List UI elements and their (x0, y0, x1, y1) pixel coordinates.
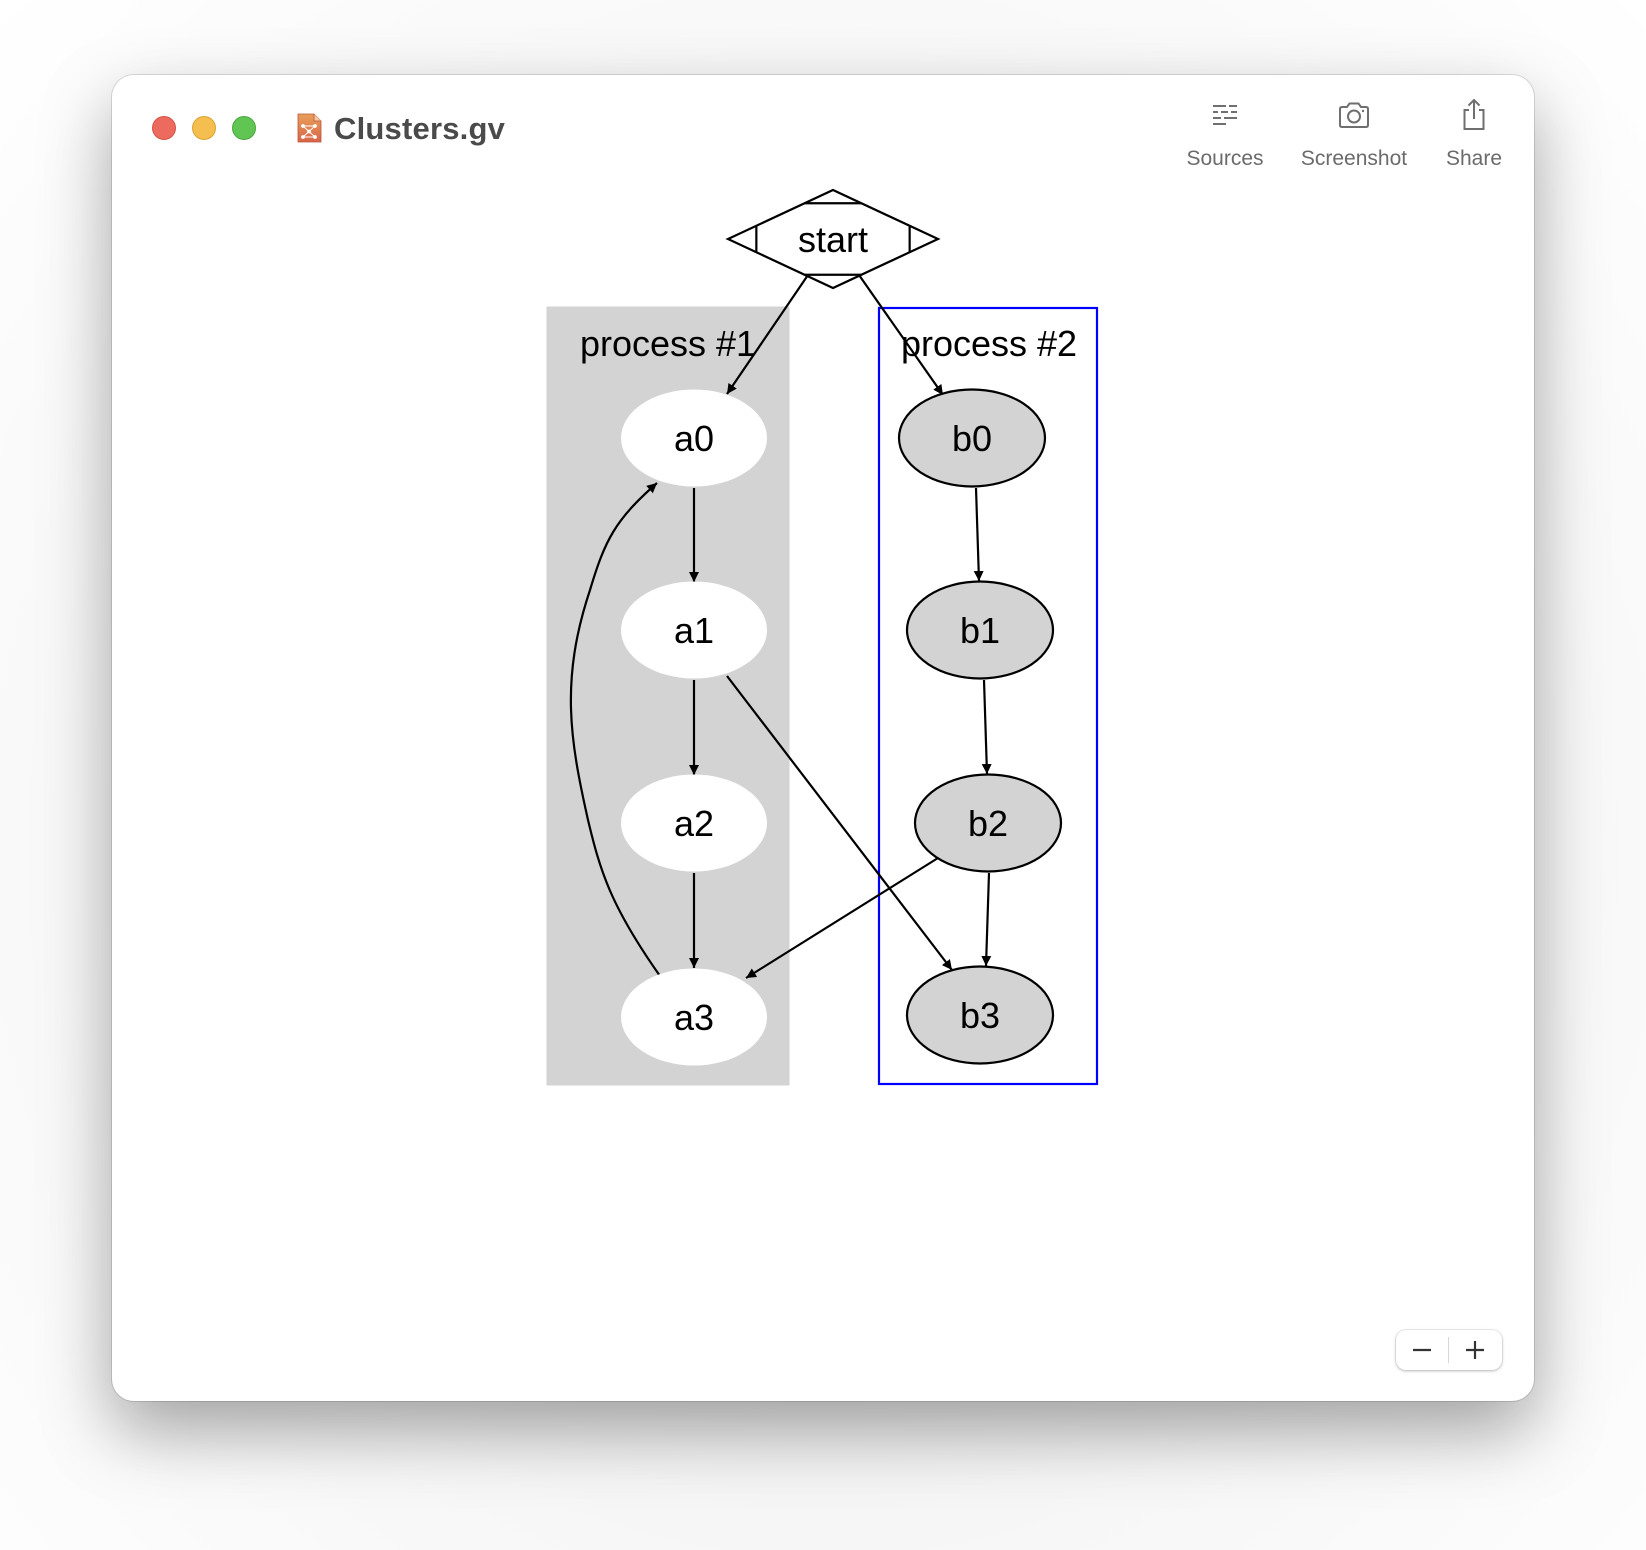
node-label: b3 (960, 995, 1000, 1036)
graph-canvas[interactable]: process #1 process #2 start a0 a1 a2 a3 b0 b1 b2… (112, 75, 1534, 1401)
node-label: a1 (674, 610, 714, 651)
node-b0[interactable]: b0 (897, 388, 1047, 488)
node-a2[interactable]: a2 (621, 774, 767, 872)
node-a0[interactable]: a0 (621, 389, 767, 487)
node-b3[interactable]: b3 (905, 965, 1055, 1065)
node-a1[interactable]: a1 (621, 581, 767, 679)
cluster-label: process #1 (580, 323, 756, 364)
node-b2[interactable]: b2 (913, 773, 1063, 873)
node-label: b0 (952, 418, 992, 459)
minus-icon (1413, 1348, 1431, 1352)
node-label: b2 (968, 803, 1008, 844)
node-label: b1 (960, 610, 1000, 651)
node-b1[interactable]: b1 (905, 580, 1055, 680)
node-label: a2 (674, 803, 714, 844)
cluster-label: process #2 (901, 323, 1077, 364)
zoom-controls (1396, 1330, 1502, 1370)
node-label: start (798, 219, 868, 260)
node-label: a3 (674, 997, 714, 1038)
plus-icon (1466, 1341, 1484, 1359)
node-a3[interactable]: a3 (621, 968, 767, 1066)
app-window: Clusters.gv Sources Screenshot Share pro… (112, 75, 1534, 1401)
node-start[interactable]: start (725, 188, 941, 290)
zoom-out-button[interactable] (1396, 1330, 1448, 1370)
zoom-in-button[interactable] (1449, 1330, 1501, 1370)
node-label: a0 (674, 418, 714, 459)
